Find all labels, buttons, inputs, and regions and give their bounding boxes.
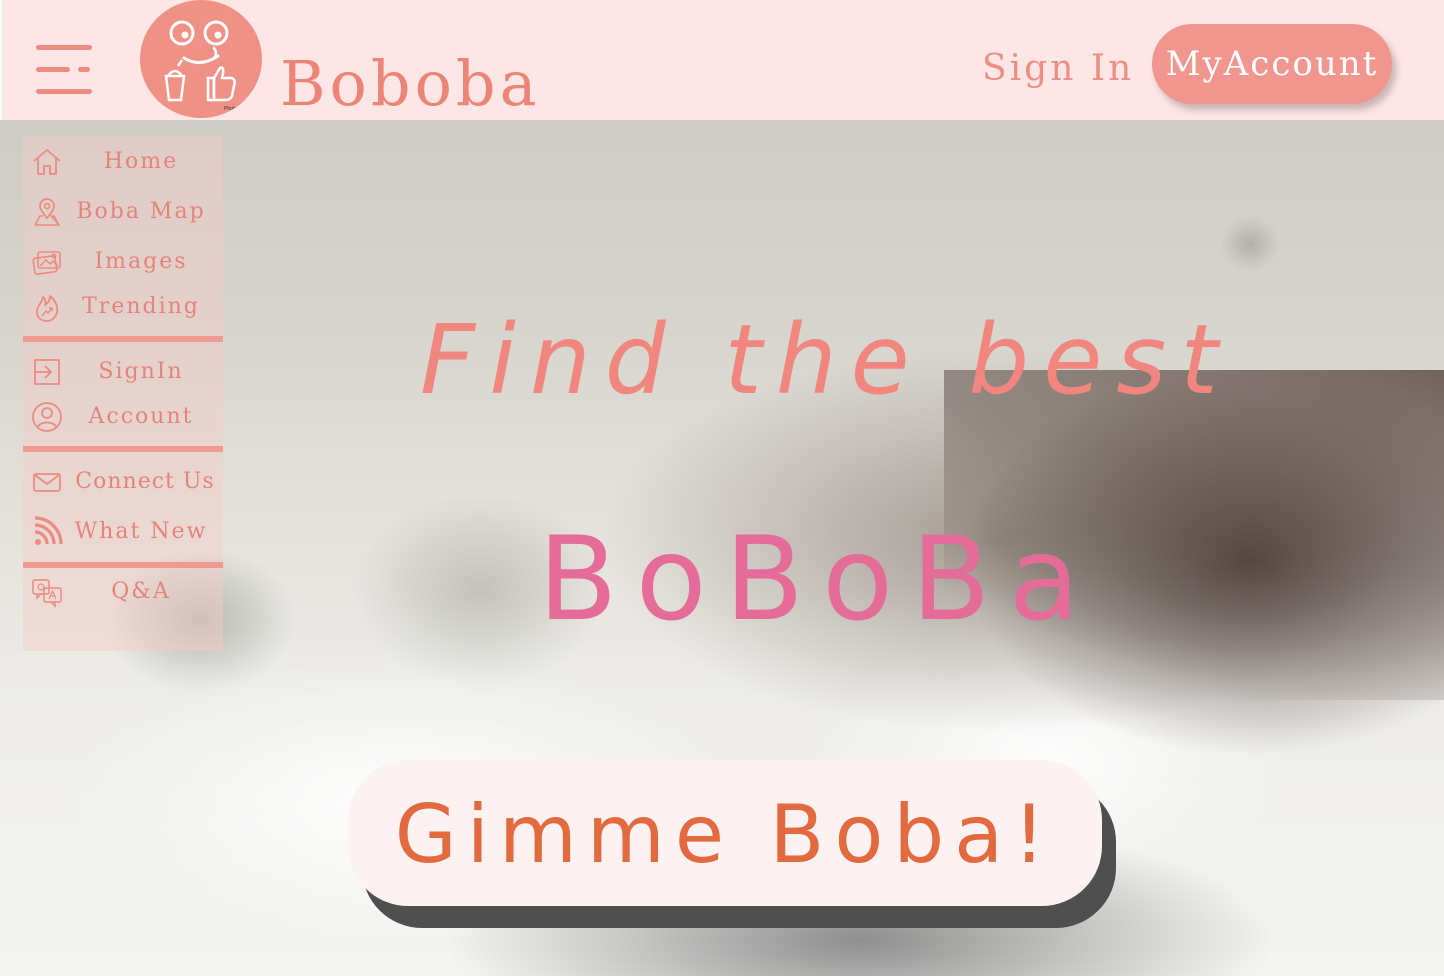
sidebar-divider (23, 336, 223, 342)
qa-icon (32, 579, 62, 608)
logo-face-icon (164, 20, 236, 102)
rss-icon (34, 516, 63, 545)
sidebar-item-label: Connect Us (75, 469, 215, 494)
sidebar-item-boba-map[interactable]: Boba Map (23, 192, 223, 232)
sidebar-item-account[interactable]: Account (23, 397, 223, 437)
logo-watermark: PhotoRoom (224, 106, 251, 112)
sidebar-item-label: Images (94, 249, 188, 274)
sidebar-item-label: SignIn (98, 359, 184, 384)
sidebar-item-connect-us[interactable]: Connect Us (23, 462, 223, 502)
sidebar-item-label: Home (103, 149, 179, 174)
sidebar-item-images[interactable]: Images (23, 242, 223, 282)
sign-in-icon (34, 359, 60, 385)
sign-in-link[interactable]: Sign In (982, 44, 1134, 94)
sidebar-item-label: Q&A (111, 579, 171, 604)
sidebar-item-home[interactable]: Home (23, 142, 223, 182)
hero-headline: Find the best (420, 304, 1232, 416)
trending-flame-icon (35, 295, 59, 322)
hero-brand-title: BoBoBa (538, 512, 1098, 647)
sidebar-item-qa[interactable]: Q&A (23, 572, 223, 612)
sidebar-item-label: Boba Map (76, 199, 206, 224)
sidebar-item-label: What New (74, 519, 208, 544)
top-header: PhotoRoom Boboba Sign In MyAccount (2, 0, 1444, 120)
sidebar-item-trending[interactable]: Trending (23, 287, 223, 327)
sidebar-item-label: Trending (82, 294, 200, 319)
sidebar-divider (23, 562, 223, 568)
images-icon (32, 251, 61, 275)
my-account-button[interactable]: MyAccount (1152, 24, 1392, 104)
map-pin-icon (34, 198, 60, 226)
home-icon (33, 149, 61, 175)
cta-label: Gimme Boba! (394, 788, 1056, 881)
sidebar-item-what-new[interactable]: What New (23, 512, 223, 552)
gimme-boba-button[interactable]: Gimme Boba! (348, 760, 1102, 906)
account-icon (32, 402, 62, 432)
hamburger-menu-icon[interactable] (36, 45, 92, 95)
mail-icon (33, 473, 61, 492)
page: PhotoRoom Boboba Sign In MyAccount Home … (0, 0, 1444, 976)
brand-name: Boboba (280, 47, 541, 120)
sidebar-item-signin[interactable]: SignIn (23, 352, 223, 392)
sidebar-nav: Home Boba Map Images Trending SignIn Acc… (23, 136, 223, 651)
boboba-logo[interactable]: PhotoRoom (140, 0, 262, 118)
sidebar-divider (23, 446, 223, 452)
sidebar-item-label: Account (88, 404, 194, 429)
